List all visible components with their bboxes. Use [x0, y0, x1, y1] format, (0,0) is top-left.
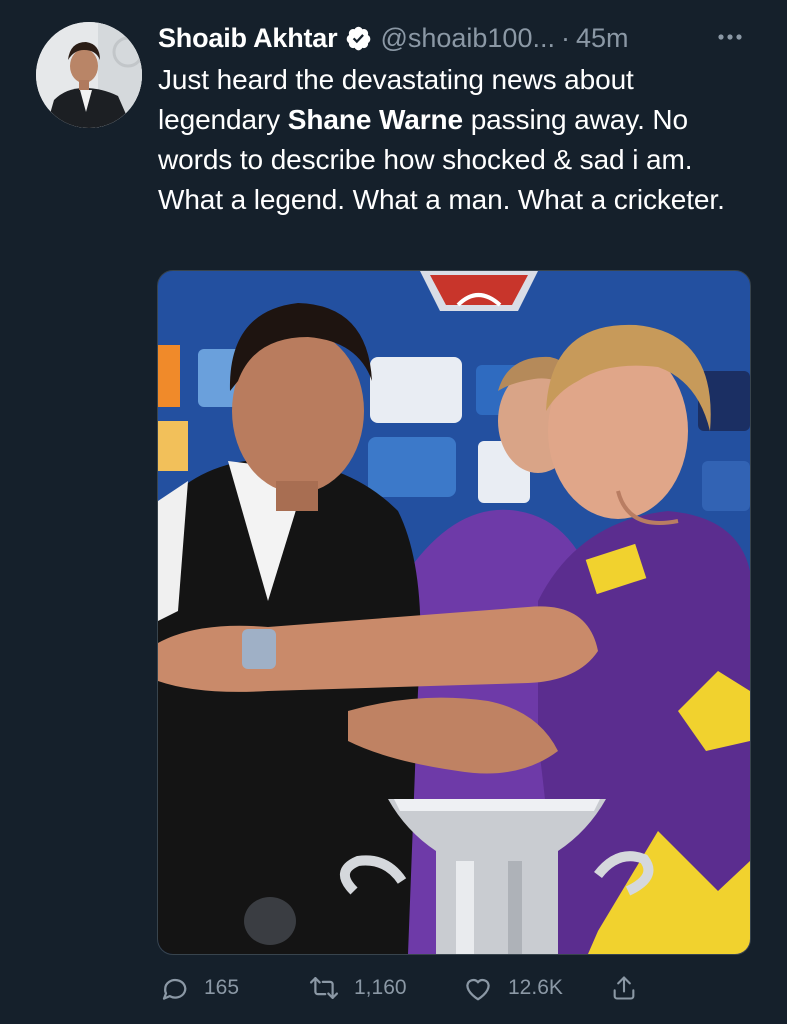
- tweet-header: Shoaib Akhtar @shoaib100... · 45m: [158, 20, 747, 56]
- reply-icon: [158, 972, 190, 1004]
- retweet-button[interactable]: 1,160: [308, 968, 407, 1008]
- heart-icon: [462, 972, 494, 1004]
- share-button[interactable]: [608, 968, 654, 1008]
- tweet-photo[interactable]: [157, 270, 751, 955]
- more-horizontal-icon[interactable]: [713, 22, 747, 52]
- separator-dot: ·: [560, 22, 570, 53]
- like-count: 12.6K: [508, 976, 563, 999]
- retweet-count: 1,160: [354, 976, 407, 999]
- author-avatar[interactable]: [36, 22, 142, 128]
- tweet-text: Just heard the devastating news about le…: [158, 60, 758, 220]
- author-handle[interactable]: @shoaib100...: [380, 23, 555, 54]
- like-button[interactable]: 12.6K: [462, 968, 563, 1008]
- author-name[interactable]: Shoaib Akhtar: [158, 23, 338, 54]
- tweet-timestamp[interactable]: 45m: [576, 23, 629, 54]
- tweet-text-bold: Shane Warne: [287, 104, 464, 135]
- tweet-actions: 165 1,160 12.6K: [158, 968, 678, 1008]
- tweet[interactable]: Shoaib Akhtar @shoaib100... · 45m Just h…: [0, 0, 787, 1024]
- reply-button[interactable]: 165: [158, 968, 239, 1008]
- share-icon: [608, 972, 640, 1004]
- verified-badge-icon: [345, 25, 372, 52]
- reply-count: 165: [204, 976, 240, 999]
- retweet-icon: [308, 972, 340, 1004]
